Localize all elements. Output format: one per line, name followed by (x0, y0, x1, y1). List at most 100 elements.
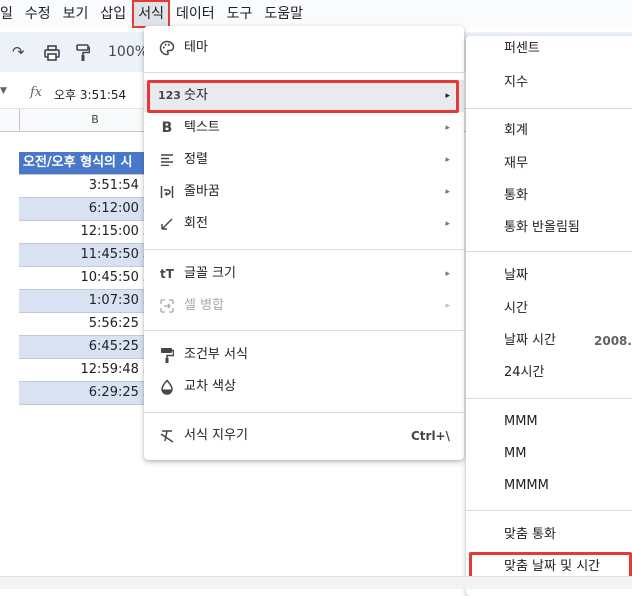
chevron-right-icon: ▸ (445, 301, 450, 311)
table-row[interactable]: 6:29:25 오 (19, 382, 159, 405)
submenu-item-scientific[interactable]: 지수 (466, 68, 632, 98)
menu-label: 정렬 (184, 152, 208, 167)
header-cell[interactable]: 오전/오후 형식의 시 (19, 152, 159, 175)
submenu-item-time[interactable]: 시간 (466, 294, 632, 324)
menu-item-rotation[interactable]: 회전 ▸ (144, 208, 464, 240)
menu-label: 조건부 서식 (184, 347, 248, 362)
submenu-label: 통화 (504, 188, 528, 203)
menu-item-clear-formatting[interactable]: 서식 지우기 Ctrl+\ (144, 420, 464, 452)
submenu-item-currency-rounded[interactable]: 통화 반올림됨 (466, 213, 632, 243)
format-example: 2008. (594, 334, 632, 348)
fx-icon: fx (30, 85, 43, 100)
menu-edit[interactable]: 수정 (19, 0, 57, 28)
divider (144, 249, 464, 250)
table-row[interactable]: 6:45:25 오 (19, 336, 159, 359)
submenu-label: 날짜 (504, 268, 528, 283)
divider (466, 251, 632, 252)
submenu-item-mm[interactable]: MM (466, 439, 632, 469)
submenu-label: 회계 (504, 123, 528, 138)
submenu-label: 날짜 시간 (504, 333, 556, 348)
menu-label: 셀 병합 (184, 298, 225, 313)
menu-label: 교차 색상 (184, 379, 236, 394)
divider (144, 72, 464, 73)
submenu-item-date-time[interactable]: 날짜 시간 2008. (466, 326, 632, 356)
chevron-right-icon: ▸ (445, 123, 450, 133)
number-123-icon: 123 (158, 89, 181, 102)
print-icon[interactable] (44, 40, 60, 64)
menu-item-text[interactable]: B 텍스트 ▸ (144, 112, 464, 144)
submenu-label: 재무 (504, 156, 528, 171)
shortcut-label: Ctrl+\ (410, 429, 450, 443)
submenu-item-custom-currency[interactable]: 맞춤 통화 (466, 520, 632, 550)
menu-item-number[interactable]: 123 숫자 ▸ (144, 80, 464, 112)
chevron-right-icon: ▸ (445, 219, 450, 229)
clear-format-icon (158, 420, 176, 452)
menu-item-theme[interactable]: 테마 (144, 32, 464, 64)
align-icon (158, 144, 176, 176)
merge-icon (158, 290, 176, 322)
wrap-icon (158, 176, 176, 208)
menu-label: 서식 지우기 (184, 428, 248, 443)
horizontal-scrollbar[interactable] (0, 576, 632, 589)
menu-file[interactable]: 일 (0, 0, 19, 28)
chevron-right-icon: ▸ (445, 155, 450, 165)
zoom-select[interactable]: 100% (108, 40, 148, 64)
divider (466, 398, 632, 399)
number-format-submenu: 퍼센트 지수 회계 재무 통화 통화 반올림됨 날짜 시간 날짜 시간 2008… (466, 36, 632, 596)
menu-data[interactable]: 데이터 (170, 0, 221, 28)
menu-insert[interactable]: 삽입 (94, 0, 132, 28)
table-row[interactable]: 3:51:54 오 (19, 175, 159, 198)
menu-tools[interactable]: 도구 (221, 0, 259, 28)
table-row[interactable]: 5:56:25 오 (19, 313, 159, 336)
menu-item-wrapping[interactable]: 줄바꿈 ▸ (144, 176, 464, 208)
submenu-label: MMMM (504, 478, 549, 493)
table-row[interactable]: 6:12:00 오 (19, 198, 159, 221)
submenu-item-accounting[interactable]: 회계 (466, 116, 632, 146)
menu-item-alignment[interactable]: 정렬 ▸ (144, 144, 464, 176)
fill-drop-icon (158, 371, 176, 403)
divider (466, 108, 632, 109)
menu-item-alternating-colors[interactable]: 교차 색상 (144, 371, 464, 403)
submenu-item-mmmm[interactable]: MMMM (466, 471, 632, 501)
menu-label: 숫자 (184, 88, 208, 103)
submenu-item-percent[interactable]: 퍼센트 (466, 34, 632, 64)
palette-icon (158, 32, 176, 64)
divider (144, 412, 464, 413)
table-row[interactable]: 12:59:48 오 (19, 359, 159, 382)
submenu-label: MM (504, 446, 527, 461)
submenu-label: 퍼센트 (504, 41, 540, 56)
submenu-label: 맞춤 통화 (504, 527, 556, 542)
table-row[interactable]: 11:45:50 오 (19, 244, 159, 267)
paint-format-icon[interactable] (76, 40, 91, 64)
submenu-label: 24시간 (504, 365, 545, 380)
font-size-icon: tT (160, 267, 174, 281)
menu-label: 테마 (184, 40, 208, 55)
menu-help[interactable]: 도움말 (258, 0, 309, 28)
divider (466, 510, 632, 511)
submenu-item-financial[interactable]: 재무 (466, 149, 632, 179)
menu-item-font-size[interactable]: tT 글꼴 크기 ▸ (144, 258, 464, 290)
chevron-right-icon: ▸ (445, 187, 450, 197)
submenu-item-24-hour[interactable]: 24시간 (466, 358, 632, 388)
menu-label: 글꼴 크기 (184, 266, 236, 281)
divider (144, 330, 464, 331)
menu-item-merge-cells: 셀 병합 ▸ (144, 290, 464, 322)
menu-label: 텍스트 (184, 120, 220, 135)
name-box-dropdown-icon[interactable]: ▼ (0, 86, 7, 96)
menu-format[interactable]: 서식 (132, 0, 170, 28)
submenu-item-mmm[interactable]: MMM (466, 407, 632, 437)
submenu-item-date[interactable]: 날짜 (466, 261, 632, 291)
formula-input[interactable]: 오후 3:51:54 (54, 86, 126, 103)
submenu-label: 지수 (504, 75, 528, 90)
table-row[interactable]: 12:15:00 오 (19, 221, 159, 244)
table-row[interactable]: 1:07:30 오 (19, 290, 159, 313)
redo-icon[interactable]: ↷ (12, 40, 25, 64)
menu-view[interactable]: 보기 (57, 0, 95, 28)
sheet-grid: 오전/오후 형식의 시 3:51:54 오 6:12:00 오 12:15:00… (19, 152, 159, 405)
submenu-item-currency[interactable]: 통화 (466, 181, 632, 211)
table-row[interactable]: 10:45:50 오 (19, 267, 159, 290)
chevron-right-icon: ▸ (445, 269, 450, 279)
rotate-icon (158, 208, 176, 240)
menu-label: 회전 (184, 216, 208, 231)
menu-item-conditional-formatting[interactable]: 조건부 서식 (144, 339, 464, 371)
